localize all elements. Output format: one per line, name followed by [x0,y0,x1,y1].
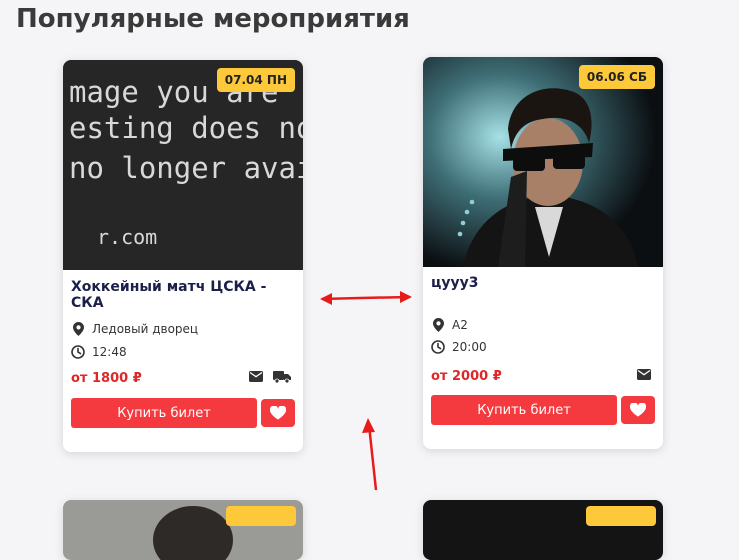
buy-ticket-button[interactable]: Купить билет [431,395,617,425]
event-price: от 1800 ₽ [71,371,142,386]
event-features [637,369,651,380]
event-time: 20:00 [452,340,487,354]
envelope-icon [249,371,263,383]
event-price: от 2000 ₽ [431,369,502,384]
clock-icon [431,340,445,354]
event-title[interactable]: Хоккейный матч ЦСКА - СКА [71,279,303,311]
envelope-icon [637,369,651,380]
image-text-line: esting does not [69,111,303,145]
heart-icon [630,403,646,417]
event-image[interactable] [63,500,303,560]
date-badge: 06.06 СБ [578,65,655,89]
image-text-line: no longer availa [69,151,303,185]
event-title[interactable]: цууу3 [431,275,479,291]
event-time: 12:48 [92,345,127,359]
event-image[interactable]: mage you are esting does not no longer a… [63,60,303,270]
event-venue: А2 [452,318,468,332]
truck-icon [273,371,291,383]
buy-ticket-button[interactable]: Купить билет [71,398,257,428]
map-pin-icon [71,322,85,336]
event-image[interactable] [423,500,663,560]
event-card[interactable] [423,500,663,560]
date-badge: 07.04 ПН [216,68,295,92]
favorite-button[interactable] [621,396,655,424]
page-title: Популярные мероприятия [16,4,410,34]
event-card[interactable] [63,500,303,560]
event-venue-row: Ледовый дворец [71,322,198,336]
map-pin-icon [431,318,445,332]
favorite-button[interactable] [261,399,295,427]
heart-icon [270,406,286,420]
event-image[interactable]: 06.06 СБ [423,57,663,267]
event-time-row: 20:00 [431,340,487,354]
clock-icon [71,345,85,359]
image-text-line: r.com [97,225,157,249]
event-venue: Ледовый дворец [92,322,199,336]
event-features [249,371,291,383]
event-card[interactable]: 06.06 СБ цууу3 А2 20:00 от 2000 ₽ Купить… [423,57,663,449]
event-time-row: 12:48 [71,345,127,359]
event-card[interactable]: mage you are esting does not no longer a… [63,60,303,452]
event-venue-row: А2 [431,318,468,332]
